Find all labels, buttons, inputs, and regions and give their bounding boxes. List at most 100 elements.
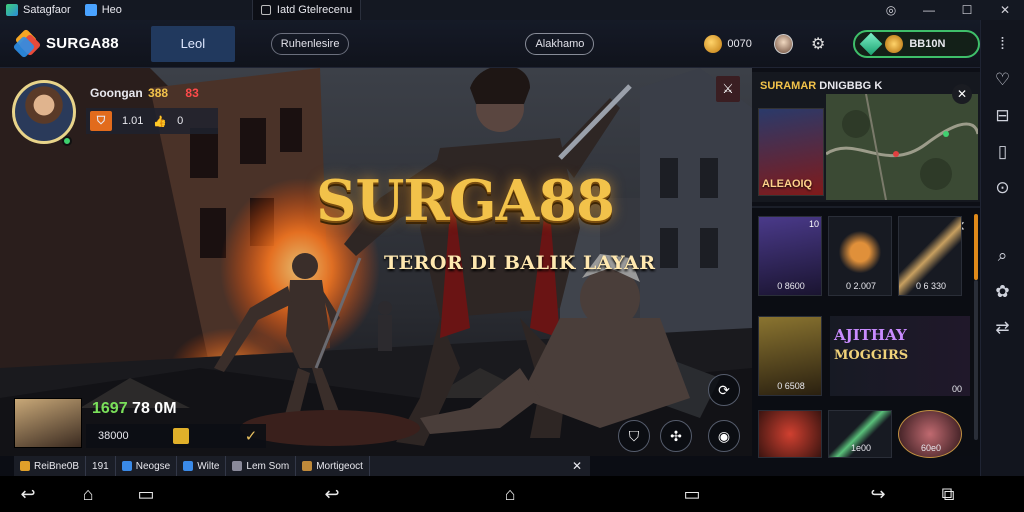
home-icon-center[interactable]: ⌂ <box>490 476 530 512</box>
status-close-icon[interactable]: ✕ <box>572 459 590 473</box>
item-card[interactable]: 0 6508 <box>758 316 822 396</box>
home-tab-icon <box>84 4 97 16</box>
minus-square-icon[interactable]: ⊟ <box>981 98 1024 134</box>
quest-panel[interactable]: SURAMAR DNIGBBG K ALEAOIQ ✕ <box>752 72 980 202</box>
coin-counter[interactable]: 0070 <box>704 34 752 53</box>
emulator-sidebar: ⁞ ♡ ⊟ ▯ ⊙ ⌕ ✿ ⇄ <box>980 20 1024 476</box>
player-avatar[interactable] <box>12 80 76 144</box>
thumb-icon: 👍 <box>153 115 168 128</box>
item-label: 0 6 330 <box>915 281 947 291</box>
gear-icon[interactable]: ✿ <box>981 274 1024 310</box>
home-tab-label: Heo <box>101 4 122 16</box>
app-tab[interactable]: Satagfaor <box>0 0 77 20</box>
item-card[interactable] <box>758 410 822 458</box>
home-icon[interactable]: ⌂ <box>68 476 108 512</box>
status-item[interactable]: Wilte <box>177 456 227 476</box>
tab-active[interactable]: Leol <box>150 25 235 62</box>
back-icon[interactable]: ↩ <box>8 476 48 512</box>
coin-count: 0070 <box>727 37 752 50</box>
screenshot-icon[interactable]: ⧉ <box>928 476 968 512</box>
reward-panel[interactable]: 1697 78 0M 38000 ✓ <box>14 398 274 452</box>
game-side-panel: SURAMAR DNIGBBG K ALEAOIQ ✕ ✕ 10 0 8600 <box>752 68 980 458</box>
pill-button-1[interactable]: Ruhenlesire <box>270 32 350 55</box>
minimap-art <box>826 94 978 200</box>
crossed-swords-icon[interactable]: ⚔ <box>716 76 740 102</box>
reward-thumbnail <box>14 398 82 448</box>
heart-icon[interactable]: ♡ <box>981 62 1024 98</box>
coin-icon <box>704 34 723 53</box>
item-card[interactable]: 10 0 8600 <box>758 216 822 296</box>
avatar[interactable] <box>773 33 794 54</box>
status-label: Wilte <box>197 460 220 472</box>
recents-icon[interactable]: ▭ <box>126 476 166 512</box>
flag-icon <box>121 461 132 471</box>
chest-icon <box>172 428 189 444</box>
item-card[interactable]: 0 6 330 <box>898 216 962 296</box>
target-icon[interactable]: ◎ <box>872 0 910 20</box>
player-stat-2: 0 <box>177 115 184 127</box>
settings-gear-icon[interactable]: ⚙ <box>811 34 825 54</box>
camera-control-icon[interactable]: ◉ <box>708 420 740 452</box>
minimize-icon[interactable]: — <box>910 0 948 20</box>
reward-value-green: 1697 <box>92 400 128 417</box>
status-item[interactable]: Neogse <box>116 456 178 476</box>
status-label: Lem Som <box>246 460 290 472</box>
swap-icon[interactable]: ⇄ <box>981 310 1024 346</box>
brand[interactable]: SURGA88 <box>12 28 119 58</box>
skill-control-icon[interactable]: ✣ <box>660 420 692 452</box>
search-icon[interactable]: ⌕ <box>981 238 1024 274</box>
minimap[interactable] <box>826 94 978 200</box>
expand-icon[interactable]: ⁞ <box>981 26 1024 62</box>
back-icon-center[interactable]: ↩ <box>312 476 352 512</box>
rotate-back-icon[interactable]: ↪ <box>858 476 898 512</box>
rotate-control-icon[interactable]: ⟳ <box>708 374 740 406</box>
pill-button-2[interactable]: Alakhamo <box>525 32 595 55</box>
reward-value: 1697 78 0M <box>92 400 177 418</box>
gold-coin-icon <box>885 34 904 53</box>
promo-line-1: AJITHAY <box>834 326 907 344</box>
item-card[interactable]: 60e0 <box>898 410 962 458</box>
close-icon[interactable]: ✕ <box>986 0 1024 20</box>
app-logo-icon <box>6 4 18 16</box>
close-icon[interactable]: ✕ <box>952 84 972 104</box>
promo-banner[interactable]: AJITHAY MOGGIRS 00 <box>830 316 970 396</box>
status-item[interactable]: Mortigeoct <box>296 456 370 476</box>
item-card[interactable]: 0 2.007 <box>828 216 892 296</box>
game-tab-label: Iatd Gtelrecenu <box>276 4 353 16</box>
star-icon <box>302 461 313 471</box>
maximize-icon[interactable]: ☐ <box>948 0 986 20</box>
online-status-icon <box>62 136 72 146</box>
game-scene[interactable]: SURGA88 TEROR DI BALIK LAYAR Goongan 388… <box>0 68 752 456</box>
status-item[interactable]: 191 <box>86 456 116 476</box>
home-tab[interactable]: Heo <box>77 0 130 20</box>
item-count: 10 <box>809 219 820 229</box>
item-label: 0 6508 <box>777 381 805 391</box>
scrollbar-track[interactable] <box>974 280 978 440</box>
quest-title-suffix: K <box>874 80 883 92</box>
quest-title-white: DNIGBBG <box>819 80 872 92</box>
location-icon[interactable]: ⊙ <box>981 170 1024 206</box>
gem-icon <box>860 32 883 55</box>
scrollbar-thumb[interactable] <box>974 214 978 280</box>
bell-icon <box>20 461 30 471</box>
status-item[interactable]: Lem Som <box>226 456 297 476</box>
wallet-amount: BB10N <box>909 37 946 50</box>
status-item[interactable]: ReiBne0B <box>14 456 87 476</box>
status-label: Neogse <box>135 460 171 472</box>
item-card[interactable]: 1e00 <box>828 410 892 458</box>
quest-title: SURAMAR DNIGBBG K <box>760 80 882 92</box>
promo-number: 00 <box>952 384 963 394</box>
book-icon[interactable]: ▯ <box>981 134 1024 170</box>
shield-control-icon[interactable]: ⛉ <box>618 420 650 452</box>
player-card[interactable]: Goongan 388 83 ⛉ 1.01 👍 0 <box>12 80 218 146</box>
wallet-button[interactable]: BB10N <box>853 29 980 58</box>
item-label: 0 8600 <box>777 281 805 291</box>
game-tab[interactable]: Iatd Gtelrecenu <box>251 0 362 20</box>
confirm-check-icon[interactable]: ✓ <box>236 424 266 448</box>
player-name-tag: 388 <box>148 86 169 100</box>
item-list: ✕ 10 0 8600 0 2.007 0 6 330 0 6508 AJITH… <box>752 206 980 458</box>
recents-icon-center[interactable]: ▭ <box>672 476 712 512</box>
item-label: 1e00 <box>850 443 872 453</box>
player-stats: ⛉ 1.01 👍 0 <box>86 108 218 134</box>
window-icon <box>183 461 194 471</box>
